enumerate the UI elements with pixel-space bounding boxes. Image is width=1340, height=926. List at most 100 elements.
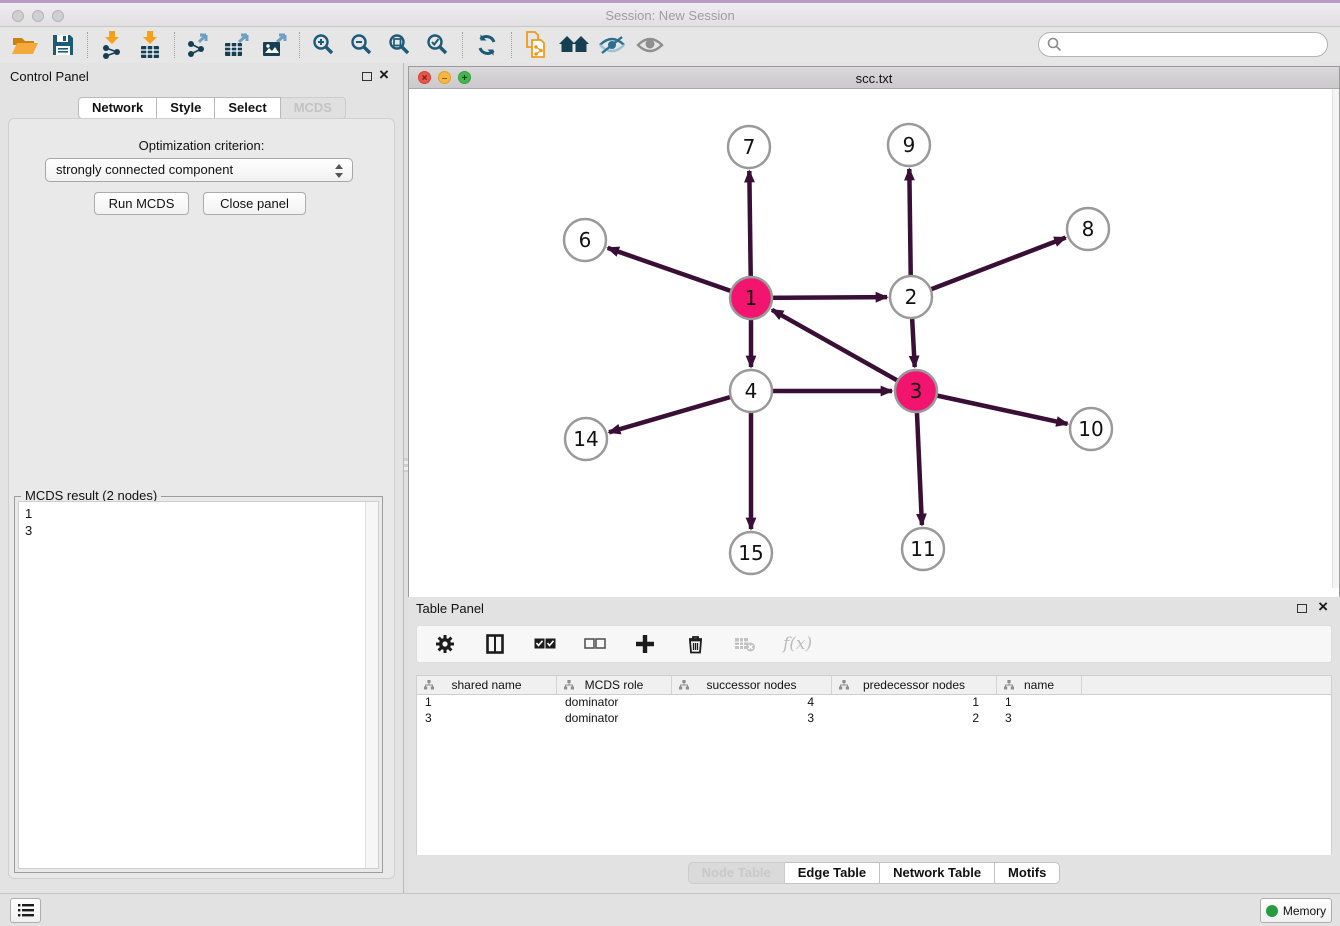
zoom-in-button[interactable] — [305, 30, 343, 60]
function-builder-icon-disabled: f(x) — [783, 634, 812, 654]
edge-2-8[interactable] — [911, 238, 1066, 297]
node-label-14: 14 — [573, 427, 598, 451]
cell-shared-name: 3 — [417, 711, 557, 727]
column-header-successor-nodes[interactable]: successor nodes — [672, 676, 832, 694]
home-button[interactable] — [555, 30, 593, 60]
show-panel-list-button[interactable] — [10, 898, 41, 923]
column-header-filler — [1082, 676, 1331, 694]
zoom-selected-button[interactable] — [419, 30, 457, 60]
select-all-icon[interactable] — [533, 632, 557, 656]
refresh-button[interactable] — [468, 30, 506, 60]
float-panel-icon[interactable] — [362, 72, 372, 81]
open-session-button[interactable] — [6, 30, 44, 60]
node-label-8: 8 — [1082, 217, 1095, 241]
zoom-fit-button[interactable] — [381, 30, 419, 60]
control-panel-title: Control Panel — [10, 69, 89, 84]
show-columns-icon[interactable] — [483, 632, 507, 656]
control-tab-mcds[interactable]: MCDS — [281, 97, 346, 119]
zoom-out-button[interactable] — [343, 30, 381, 60]
criterion-select[interactable]: strongly connected component — [45, 158, 353, 182]
node-label-1: 1 — [745, 286, 758, 310]
memory-button[interactable]: Memory — [1260, 898, 1332, 923]
network-window-title: scc.txt — [409, 71, 1339, 86]
close-panel-icon[interactable]: × — [379, 65, 389, 85]
control-tab-network[interactable]: Network — [78, 97, 157, 119]
table-panel: Table Panel × f(x) shared nameMCDS roles… — [408, 597, 1340, 893]
toolbar-separator — [299, 32, 300, 58]
delete-column-icon[interactable] — [683, 632, 707, 656]
table-tab-motifs[interactable]: Motifs — [995, 862, 1060, 884]
node-label-4: 4 — [745, 379, 758, 403]
toolbar-separator — [462, 32, 463, 58]
close-panel-button[interactable]: Close panel — [203, 192, 306, 215]
run-mcds-button[interactable]: Run MCDS — [94, 192, 189, 215]
mcds-result-list[interactable]: 13 — [18, 501, 379, 869]
clone-network-button[interactable] — [517, 30, 555, 60]
table-tabs: Node TableEdge TableNetwork TableMotifs — [408, 862, 1340, 884]
table-close-icon[interactable]: × — [1318, 597, 1328, 617]
toolbar-separator — [511, 32, 512, 58]
mcds-result-group: MCDS result (2 nodes) 13 — [14, 496, 383, 873]
toolbar-separator — [87, 32, 88, 58]
window-title: Session: New Session — [0, 8, 1340, 23]
cell-predecessor-nodes: 2 — [832, 711, 997, 727]
table-body: 1dominator4113dominator323 — [417, 695, 1331, 727]
network-view-window: × – + scc.txt 7968124314101511 — [408, 66, 1340, 597]
cell-name: 1 — [997, 695, 1082, 711]
export-table-button[interactable] — [218, 30, 256, 60]
network-scrollbar[interactable] — [1332, 89, 1339, 588]
search-icon — [1047, 37, 1062, 52]
delete-table-icon-disabled — [733, 632, 757, 656]
add-column-icon[interactable] — [633, 632, 657, 656]
node-label-6: 6 — [579, 228, 592, 252]
cell-successor-nodes: 4 — [672, 695, 832, 711]
network-window-titlebar: × – + scc.txt — [409, 67, 1339, 89]
edge-1-6[interactable] — [608, 248, 751, 298]
node-label-9: 9 — [903, 133, 916, 157]
control-panel: Control Panel × NetworkStyleSelectMCDS O… — [0, 63, 403, 893]
cell-MCDS-role: dominator — [557, 711, 672, 727]
column-header-shared-name[interactable]: shared name — [417, 676, 557, 694]
table-row[interactable]: 1dominator411 — [417, 695, 1331, 711]
app-titlebar: Session: New Session — [0, 0, 1340, 27]
table-settings-gear-icon[interactable] — [433, 632, 457, 656]
edge-3-10[interactable] — [916, 391, 1068, 424]
select-stepper-icon — [334, 163, 344, 179]
show-panels-button[interactable] — [631, 30, 669, 60]
cell-successor-nodes: 3 — [672, 711, 832, 727]
control-tab-style[interactable]: Style — [157, 97, 215, 119]
optimization-criterion-label: Optimization criterion: — [0, 138, 403, 153]
node-label-11: 11 — [910, 537, 935, 561]
table-tab-edge-table[interactable]: Edge Table — [785, 862, 880, 884]
network-canvas[interactable]: 7968124314101511 — [409, 89, 1339, 597]
control-tab-select[interactable]: Select — [215, 97, 280, 119]
memory-button-label: Memory — [1283, 904, 1326, 918]
result-scrollbar[interactable] — [365, 502, 378, 868]
import-network-button[interactable] — [93, 30, 131, 60]
node-label-10: 10 — [1078, 417, 1103, 441]
hide-panels-button[interactable] — [593, 30, 631, 60]
deselect-all-icon[interactable] — [583, 632, 607, 656]
table-tab-network-table[interactable]: Network Table — [880, 862, 995, 884]
cell-shared-name: 1 — [417, 695, 557, 711]
main-toolbar — [0, 27, 1340, 63]
column-header-predecessor-nodes[interactable]: predecessor nodes — [832, 676, 997, 694]
table-float-icon[interactable] — [1297, 604, 1307, 613]
search-input[interactable] — [1038, 32, 1328, 57]
column-header-name[interactable]: name — [997, 676, 1082, 694]
cell-name: 3 — [997, 711, 1082, 727]
export-image-button[interactable] — [256, 30, 294, 60]
edge-3-1[interactable] — [772, 310, 916, 391]
save-session-button[interactable] — [44, 30, 82, 60]
import-table-button[interactable] — [131, 30, 169, 60]
table-panel-title: Table Panel — [416, 601, 484, 616]
result-line: 1 — [25, 505, 372, 522]
table-row[interactable]: 3dominator323 — [417, 711, 1331, 727]
control-panel-tabs: NetworkStyleSelectMCDS — [78, 97, 346, 119]
node-label-3: 3 — [910, 379, 923, 403]
table-tab-node-table[interactable]: Node Table — [688, 862, 785, 884]
export-network-button[interactable] — [180, 30, 218, 60]
criterion-value: strongly connected component — [56, 162, 233, 177]
column-header-MCDS-role[interactable]: MCDS role — [557, 676, 672, 694]
node-label-15: 15 — [738, 541, 763, 565]
